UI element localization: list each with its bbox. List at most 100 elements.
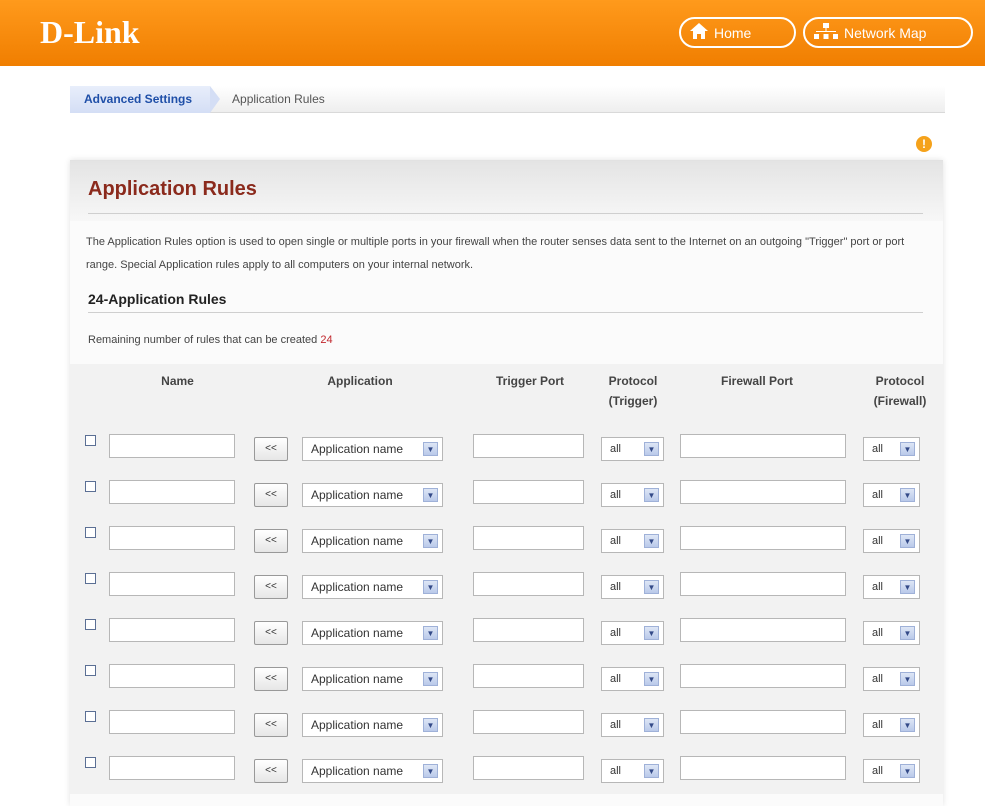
trigger-port-input[interactable] bbox=[473, 710, 584, 734]
copy-application-button[interactable]: << bbox=[254, 529, 288, 553]
table-row: << Application name ▼ all ▼ all ▼ bbox=[70, 610, 943, 656]
copy-application-button[interactable]: << bbox=[254, 483, 288, 507]
copy-application-button[interactable]: << bbox=[254, 759, 288, 783]
rule-name-input[interactable] bbox=[109, 710, 235, 734]
protocol-trigger-select[interactable]: all ▼ bbox=[601, 621, 664, 645]
rule-enable-checkbox[interactable] bbox=[85, 573, 96, 584]
breadcrumb-advanced-settings[interactable]: Advanced Settings bbox=[70, 85, 221, 113]
application-select[interactable]: Application name ▼ bbox=[302, 667, 443, 691]
rule-enable-checkbox[interactable] bbox=[85, 619, 96, 630]
application-select[interactable]: Application name ▼ bbox=[302, 713, 443, 737]
protocol-firewall-select[interactable]: all ▼ bbox=[863, 713, 920, 737]
chevron-down-icon: ▼ bbox=[423, 488, 438, 502]
firewall-port-input[interactable] bbox=[680, 572, 846, 596]
rule-enable-checkbox[interactable] bbox=[85, 665, 96, 676]
rule-enable-checkbox[interactable] bbox=[85, 711, 96, 722]
application-select[interactable]: Application name ▼ bbox=[302, 759, 443, 783]
firewall-port-input[interactable] bbox=[680, 618, 846, 642]
column-header-protocol-trigger: Protocol (Trigger) bbox=[598, 371, 668, 411]
protocol-trigger-value: all bbox=[610, 673, 622, 685]
firewall-port-input[interactable] bbox=[680, 756, 846, 780]
protocol-trigger-select[interactable]: all ▼ bbox=[601, 575, 664, 599]
application-select-value: Application name bbox=[311, 580, 404, 594]
chevron-down-icon: ▼ bbox=[900, 488, 915, 502]
remaining-count: 24 bbox=[320, 334, 333, 346]
firewall-port-input[interactable] bbox=[680, 664, 846, 688]
trigger-port-input[interactable] bbox=[473, 618, 584, 642]
remaining-label: Remaining number of rules that can be cr… bbox=[88, 334, 318, 346]
application-select[interactable]: Application name ▼ bbox=[302, 437, 443, 461]
protocol-trigger-select[interactable]: all ▼ bbox=[601, 529, 664, 553]
protocol-firewall-select[interactable]: all ▼ bbox=[863, 437, 920, 461]
rule-name-input[interactable] bbox=[109, 480, 235, 504]
protocol-trigger-select[interactable]: all ▼ bbox=[601, 667, 664, 691]
chevron-down-icon: ▼ bbox=[644, 534, 659, 548]
network-map-icon bbox=[813, 22, 844, 43]
protocol-trigger-select[interactable]: all ▼ bbox=[601, 759, 664, 783]
copy-application-button[interactable]: << bbox=[254, 575, 288, 599]
rule-name-input[interactable] bbox=[109, 526, 235, 550]
protocol-firewall-value: all bbox=[872, 673, 884, 685]
protocol-trigger-value: all bbox=[610, 627, 622, 639]
column-header-name: Name bbox=[161, 374, 194, 388]
rule-enable-checkbox[interactable] bbox=[85, 527, 96, 538]
table-row: << Application name ▼ all ▼ all ▼ bbox=[70, 518, 943, 564]
firewall-port-input[interactable] bbox=[680, 480, 846, 504]
application-select[interactable]: Application name ▼ bbox=[302, 621, 443, 645]
rule-name-input[interactable] bbox=[109, 664, 235, 688]
application-select-value: Application name bbox=[311, 672, 404, 686]
copy-application-button[interactable]: << bbox=[254, 437, 288, 461]
trigger-port-input[interactable] bbox=[473, 664, 584, 688]
copy-application-button[interactable]: << bbox=[254, 713, 288, 737]
chevron-down-icon: ▼ bbox=[423, 626, 438, 640]
application-select[interactable]: Application name ▼ bbox=[302, 529, 443, 553]
trigger-port-input[interactable] bbox=[473, 526, 584, 550]
firewall-port-input[interactable] bbox=[680, 434, 846, 458]
trigger-port-input[interactable] bbox=[473, 756, 584, 780]
home-button-label: Home bbox=[714, 24, 752, 41]
trigger-port-input[interactable] bbox=[473, 434, 584, 458]
firewall-port-input[interactable] bbox=[680, 710, 846, 734]
trigger-port-input[interactable] bbox=[473, 480, 584, 504]
rule-enable-checkbox[interactable] bbox=[85, 757, 96, 768]
protocol-trigger-select[interactable]: all ▼ bbox=[601, 437, 664, 461]
protocol-firewall-value: all bbox=[872, 581, 884, 593]
protocol-firewall-select[interactable]: all ▼ bbox=[863, 621, 920, 645]
firewall-port-input[interactable] bbox=[680, 526, 846, 550]
application-select-value: Application name bbox=[311, 442, 404, 456]
protocol-firewall-select[interactable]: all ▼ bbox=[863, 529, 920, 553]
copy-application-button[interactable]: << bbox=[254, 667, 288, 691]
chevron-down-icon: ▼ bbox=[900, 764, 915, 778]
chevron-down-icon: ▼ bbox=[900, 442, 915, 456]
protocol-firewall-value: all bbox=[872, 443, 884, 455]
protocol-firewall-select[interactable]: all ▼ bbox=[863, 759, 920, 783]
protocol-firewall-value: all bbox=[872, 535, 884, 547]
page-description: The Application Rules option is used to … bbox=[86, 236, 905, 271]
application-select[interactable]: Application name ▼ bbox=[302, 575, 443, 599]
trigger-port-input[interactable] bbox=[473, 572, 584, 596]
protocol-firewall-select[interactable]: all ▼ bbox=[863, 667, 920, 691]
protocol-firewall-select[interactable]: all ▼ bbox=[863, 575, 920, 599]
network-map-button[interactable]: Network Map bbox=[803, 17, 973, 48]
help-icon[interactable]: ! bbox=[916, 136, 932, 152]
rule-enable-checkbox[interactable] bbox=[85, 481, 96, 492]
section-divider bbox=[88, 312, 923, 313]
table-row: << Application name ▼ all ▼ all ▼ bbox=[70, 702, 943, 748]
application-select[interactable]: Application name ▼ bbox=[302, 483, 443, 507]
rules-table-header: Name Application Trigger Port Protocol (… bbox=[70, 364, 943, 426]
protocol-firewall-select[interactable]: all ▼ bbox=[863, 483, 920, 507]
protocol-trigger-select[interactable]: all ▼ bbox=[601, 713, 664, 737]
copy-application-button[interactable]: << bbox=[254, 621, 288, 645]
column-header-firewall-port: Firewall Port bbox=[720, 374, 794, 388]
home-button[interactable]: Home bbox=[679, 17, 796, 48]
rule-name-input[interactable] bbox=[109, 572, 235, 596]
rule-name-input[interactable] bbox=[109, 434, 235, 458]
rule-enable-checkbox[interactable] bbox=[85, 435, 96, 446]
chevron-down-icon: ▼ bbox=[644, 764, 659, 778]
chevron-down-icon: ▼ bbox=[900, 672, 915, 686]
rule-name-input[interactable] bbox=[109, 756, 235, 780]
protocol-trigger-select[interactable]: all ▼ bbox=[601, 483, 664, 507]
rule-name-input[interactable] bbox=[109, 618, 235, 642]
table-row: << Application name ▼ all ▼ all ▼ bbox=[70, 656, 943, 702]
chevron-down-icon: ▼ bbox=[644, 626, 659, 640]
